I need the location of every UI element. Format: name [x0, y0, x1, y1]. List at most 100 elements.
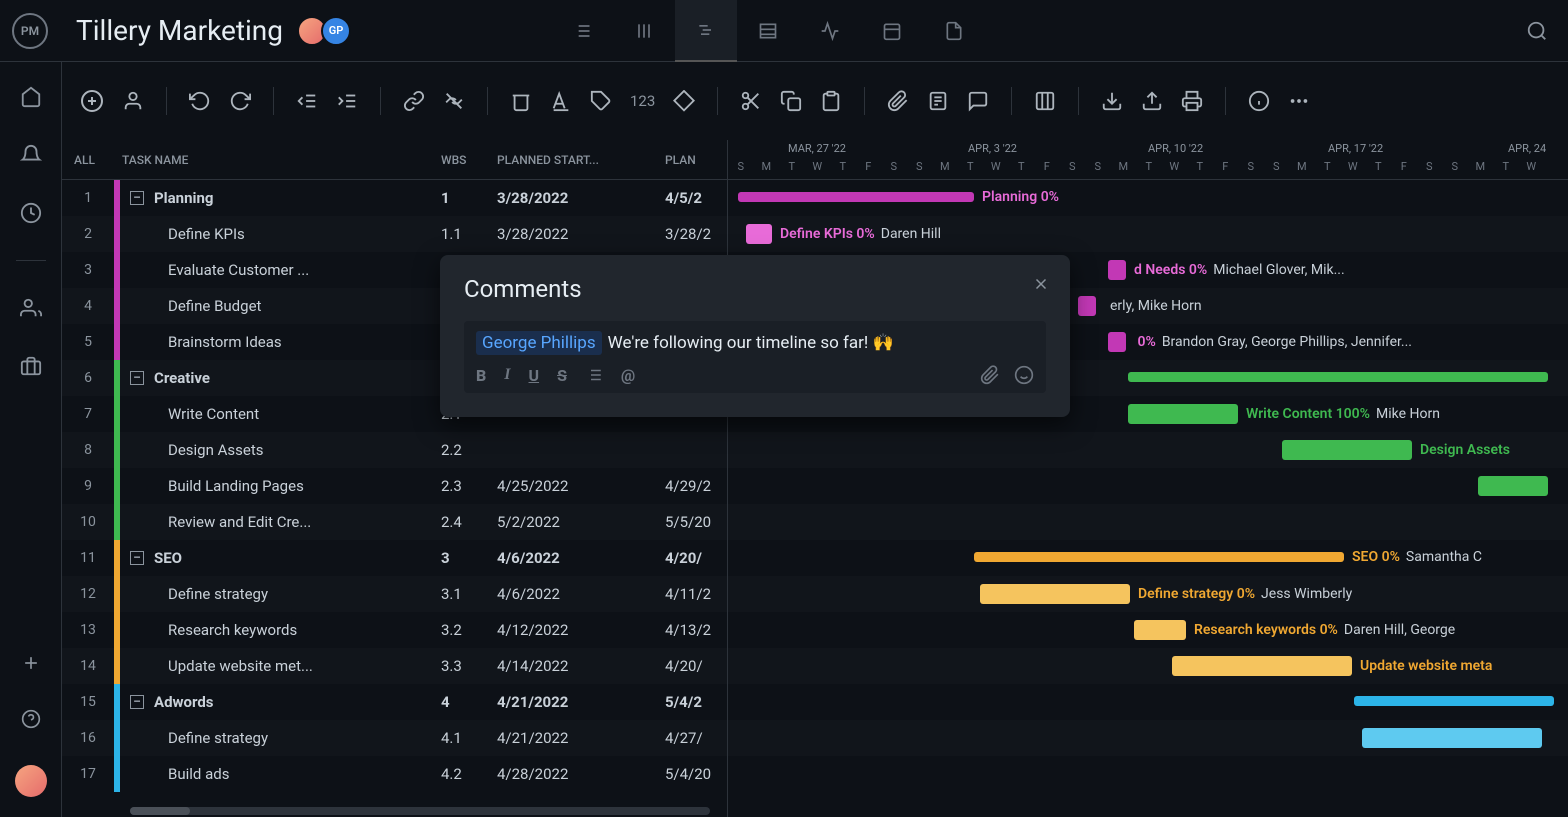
gantt-bar[interactable]	[1354, 696, 1554, 706]
clock-icon[interactable]	[20, 202, 42, 224]
avatar-gp[interactable]: GP	[321, 16, 351, 46]
info-icon[interactable]	[1248, 90, 1270, 112]
profile-avatar[interactable]	[15, 765, 47, 797]
task-row[interactable]: 13 Research keywords 3.2 4/12/2022 4/13/…	[62, 612, 727, 648]
redo-icon[interactable]	[229, 90, 251, 112]
gantt-bar[interactable]: Define strategy 0%Jess Wimberly	[980, 584, 1130, 604]
add-circle-icon[interactable]	[80, 89, 104, 113]
gantt-bar[interactable]: SEO 0%Samantha C	[974, 552, 1344, 562]
gantt-row[interactable]: Update website meta	[728, 648, 1568, 684]
search-icon[interactable]	[1526, 20, 1548, 42]
col-taskname[interactable]: TASK NAME	[114, 153, 441, 167]
task-row[interactable]: 9 Build Landing Pages 2.3 4/25/2022 4/29…	[62, 468, 727, 504]
print-icon[interactable]	[1181, 90, 1203, 112]
user-icon[interactable]	[122, 90, 144, 112]
home-icon[interactable]	[20, 86, 42, 108]
gantt-bar[interactable]	[1128, 372, 1548, 382]
gantt-row[interactable]: SEO 0%Samantha C	[728, 540, 1568, 576]
task-name-cell[interactable]: Update website met...	[120, 657, 441, 675]
task-row[interactable]: 14 Update website met... 3.3 4/14/2022 4…	[62, 648, 727, 684]
mention[interactable]: George Phillips	[476, 331, 602, 355]
collapse-toggle[interactable]: −	[130, 551, 144, 565]
task-name-cell[interactable]: Define strategy	[120, 585, 441, 603]
gantt-bar[interactable]: Research keywords 0%Daren Hill, George	[1134, 620, 1186, 640]
task-row[interactable]: 8 Design Assets 2.2	[62, 432, 727, 468]
comment-icon[interactable]	[967, 90, 989, 112]
task-row[interactable]: 1 − Planning 1 3/28/2022 4/5/2	[62, 180, 727, 216]
col-end[interactable]: PLAN	[665, 153, 727, 167]
gantt-row[interactable]	[728, 504, 1568, 540]
bell-icon[interactable]	[20, 144, 42, 166]
view-file-icon[interactable]	[923, 0, 985, 62]
task-name-cell[interactable]: − Adwords	[120, 693, 441, 711]
task-row[interactable]: 16 Define strategy 4.1 4/21/2022 4/27/	[62, 720, 727, 756]
task-name-cell[interactable]: − Creative	[120, 369, 441, 387]
gantt-row[interactable]: Planning 0%	[728, 180, 1568, 216]
help-icon[interactable]	[21, 709, 41, 729]
gantt-row[interactable]: Design Assets	[728, 432, 1568, 468]
gantt-row[interactable]: Research keywords 0%Daren Hill, George	[728, 612, 1568, 648]
diamond-icon[interactable]	[673, 90, 695, 112]
task-name-cell[interactable]: − Planning	[120, 189, 441, 207]
indent-icon[interactable]	[336, 90, 358, 112]
task-row[interactable]: 15 − Adwords 4 4/21/2022 5/4/2	[62, 684, 727, 720]
users-icon[interactable]	[20, 297, 42, 319]
gantt-bar[interactable]: Define KPIs 0%Daren Hill	[746, 224, 772, 244]
undo-icon[interactable]	[189, 90, 211, 112]
import-icon[interactable]	[1101, 90, 1123, 112]
gantt-bar[interactable]: Design Assets	[1282, 440, 1412, 460]
list-icon[interactable]	[585, 366, 603, 384]
outdent-icon[interactable]	[296, 90, 318, 112]
h-scrollbar[interactable]	[130, 807, 710, 815]
emoji-icon[interactable]	[1014, 365, 1034, 385]
copy-icon[interactable]	[780, 90, 802, 112]
gantt-bar[interactable]	[1478, 476, 1548, 496]
view-calendar-icon[interactable]	[861, 0, 923, 62]
task-name-cell[interactable]: Build Landing Pages	[120, 477, 441, 495]
gantt-bar[interactable]: Update website meta	[1172, 656, 1352, 676]
task-row[interactable]: 10 Review and Edit Cre... 2.4 5/2/2022 5…	[62, 504, 727, 540]
task-name-cell[interactable]: Research keywords	[120, 621, 441, 639]
link-icon[interactable]	[403, 90, 425, 112]
gantt-row[interactable]	[728, 684, 1568, 720]
view-activity-icon[interactable]	[799, 0, 861, 62]
note-icon[interactable]	[927, 90, 949, 112]
gantt-row[interactable]	[728, 720, 1568, 756]
at-icon[interactable]: @	[621, 366, 635, 385]
collapse-toggle[interactable]: −	[130, 695, 144, 709]
collapse-toggle[interactable]: −	[130, 371, 144, 385]
more-icon[interactable]	[1288, 90, 1310, 112]
underline-icon[interactable]: U	[529, 366, 540, 385]
task-name-cell[interactable]: Define Budget	[120, 297, 441, 315]
gantt-bar[interactable]: Planning 0%	[738, 192, 974, 202]
gantt-bar[interactable]	[1362, 728, 1542, 748]
col-start[interactable]: PLANNED START...	[497, 153, 665, 167]
task-name-cell[interactable]: Define strategy	[120, 729, 441, 747]
bold-icon[interactable]: B	[476, 366, 486, 385]
paste-icon[interactable]	[820, 90, 842, 112]
task-row[interactable]: 12 Define strategy 3.1 4/6/2022 4/11/2	[62, 576, 727, 612]
gantt-row[interactable]	[728, 468, 1568, 504]
logo[interactable]: PM	[12, 13, 48, 49]
tag-icon[interactable]	[590, 90, 612, 112]
italic-icon[interactable]: I	[504, 366, 510, 384]
export-icon[interactable]	[1141, 90, 1163, 112]
task-name-cell[interactable]: Write Content	[120, 405, 441, 423]
view-gantt-icon[interactable]	[675, 0, 737, 62]
gantt-row[interactable]: Define strategy 0%Jess Wimberly	[728, 576, 1568, 612]
strike-icon[interactable]: S	[557, 366, 567, 385]
task-name-cell[interactable]: Review and Edit Cre...	[120, 513, 441, 531]
task-name-cell[interactable]: Define KPIs	[120, 225, 441, 243]
cut-icon[interactable]	[740, 90, 762, 112]
comment-text[interactable]: George Phillips We're following our time…	[476, 331, 1034, 355]
text-style-icon[interactable]	[550, 90, 572, 112]
unlink-icon[interactable]	[443, 90, 465, 112]
task-row[interactable]: 2 Define KPIs 1.1 3/28/2022 3/28/2	[62, 216, 727, 252]
comment-input[interactable]: George Phillips We're following our time…	[464, 321, 1046, 393]
gantt-bar[interactable]: d Needs 0%Michael Glover, Mik...	[1108, 260, 1126, 280]
columns-icon[interactable]	[1034, 90, 1056, 112]
task-name-cell[interactable]: − SEO	[120, 549, 441, 567]
attach-icon[interactable]	[980, 365, 1000, 385]
task-row[interactable]: 11 − SEO 3 4/6/2022 4/20/	[62, 540, 727, 576]
col-wbs[interactable]: WBS	[441, 153, 497, 167]
